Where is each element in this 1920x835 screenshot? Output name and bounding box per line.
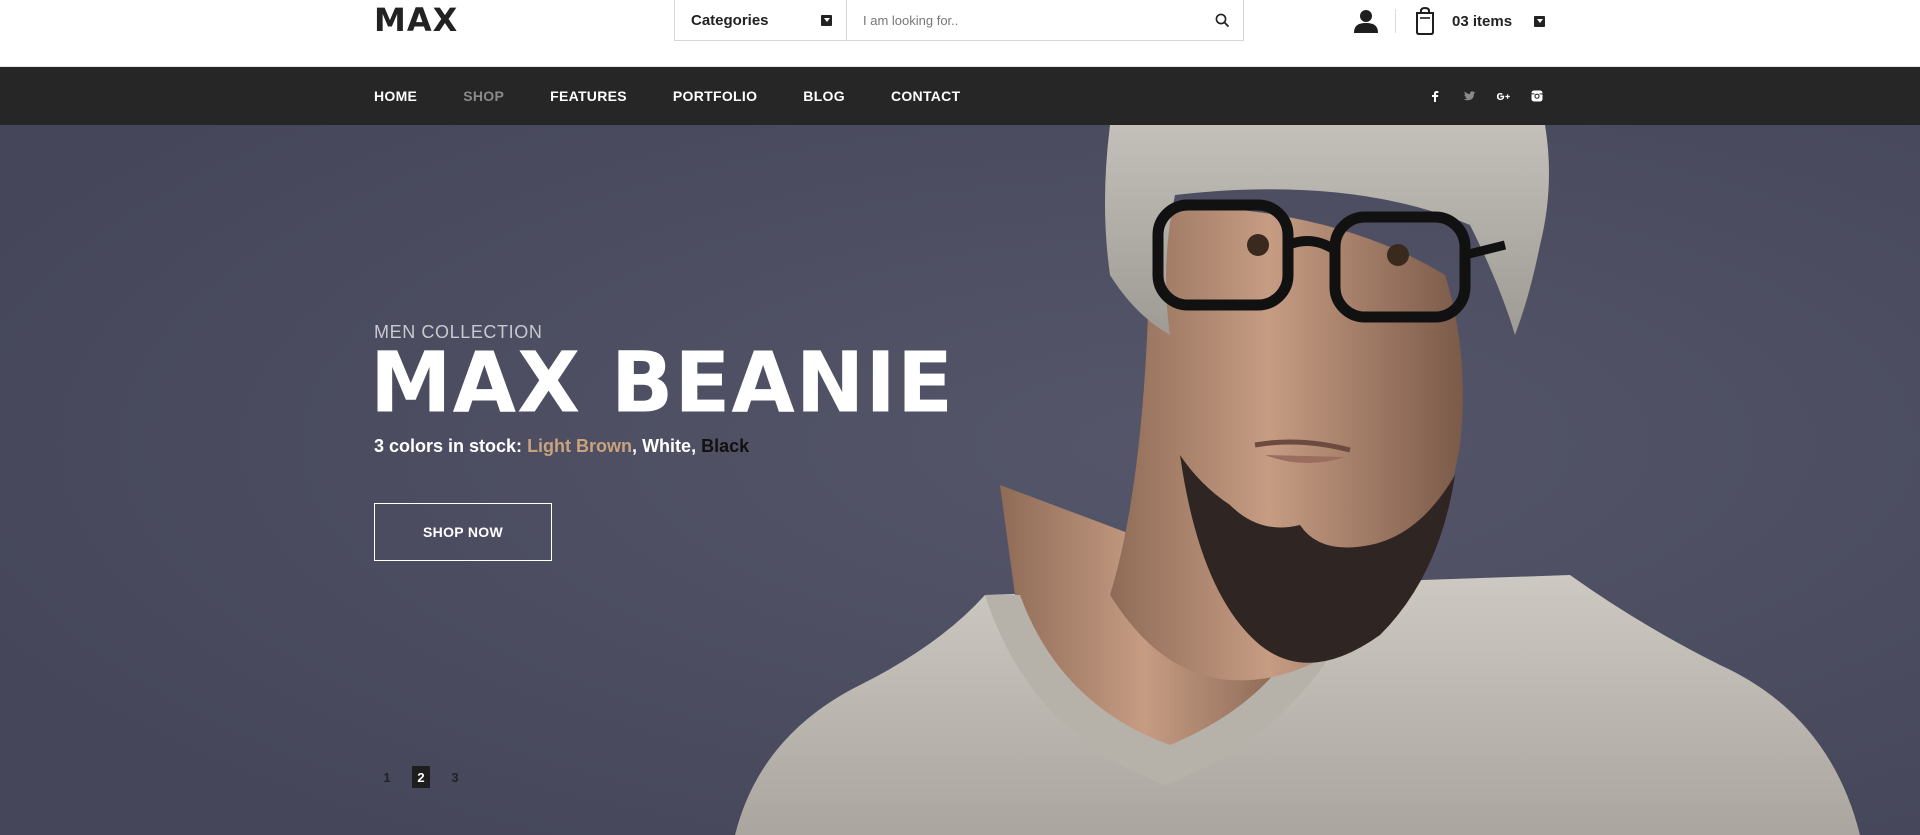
shopping-bag-icon <box>1416 7 1434 35</box>
categories-dropdown[interactable]: Categories <box>675 0 847 40</box>
shop-now-button[interactable]: SHOP NOW <box>374 503 552 561</box>
nav-item-contact[interactable]: CONTACT <box>891 88 961 104</box>
nav-item-shop[interactable]: SHOP <box>463 88 504 104</box>
top-header: MAX Categories 03 items <box>0 0 1920 67</box>
social-links <box>1428 67 1564 125</box>
slide-page-1[interactable]: 1 <box>378 766 396 788</box>
color-light-brown: Light Brown <box>527 436 633 456</box>
google-plus-icon[interactable] <box>1496 89 1510 103</box>
chevron-down-icon <box>821 14 832 26</box>
hero-title: MAX BEANIE <box>370 335 954 432</box>
chevron-down-icon <box>1534 15 1546 27</box>
instagram-icon[interactable] <box>1530 89 1544 103</box>
nav-item-portfolio[interactable]: PORTFOLIO <box>673 88 757 104</box>
site-logo[interactable]: MAX <box>374 1 459 39</box>
search-icon <box>1215 13 1229 27</box>
stock-colors-text: 3 colors in stock: Light Brown, White, B… <box>374 436 750 456</box>
color-white: White <box>642 436 692 456</box>
search-input[interactable] <box>847 0 1201 40</box>
hero-slider: MEN COLLECTION MAX BEANIE 3 colors in st… <box>0 125 1920 835</box>
facebook-icon[interactable] <box>1428 89 1442 103</box>
main-nav: HOME SHOP FEATURES PORTFOLIO BLOG CONTAC… <box>374 67 1006 125</box>
search-button[interactable] <box>1201 0 1243 40</box>
slide-page-3[interactable]: 3 <box>446 766 464 788</box>
logo-text: MAX <box>374 1 459 39</box>
nav-item-blog[interactable]: BLOG <box>803 88 845 104</box>
main-navbar: HOME SHOP FEATURES PORTFOLIO BLOG CONTAC… <box>0 67 1920 125</box>
twitter-icon[interactable] <box>1462 89 1476 103</box>
stock-prefix: 3 colors in stock: <box>374 436 523 456</box>
cart-button[interactable]: 03 items <box>1414 5 1546 37</box>
search-bar: Categories <box>674 0 1244 41</box>
hero-model-image <box>0 125 1920 835</box>
categories-label: Categories <box>691 11 769 29</box>
user-icon <box>1354 10 1378 33</box>
cart-count: 03 items <box>1452 12 1513 30</box>
color-black: Black <box>701 436 750 456</box>
nav-item-home[interactable]: HOME <box>374 88 417 104</box>
slide-page-2[interactable]: 2 <box>412 766 430 788</box>
nav-item-features[interactable]: FEATURES <box>550 88 627 104</box>
account-button[interactable] <box>1353 8 1379 34</box>
slider-pagination: 1 2 3 <box>378 766 480 788</box>
header-divider <box>1395 9 1396 33</box>
